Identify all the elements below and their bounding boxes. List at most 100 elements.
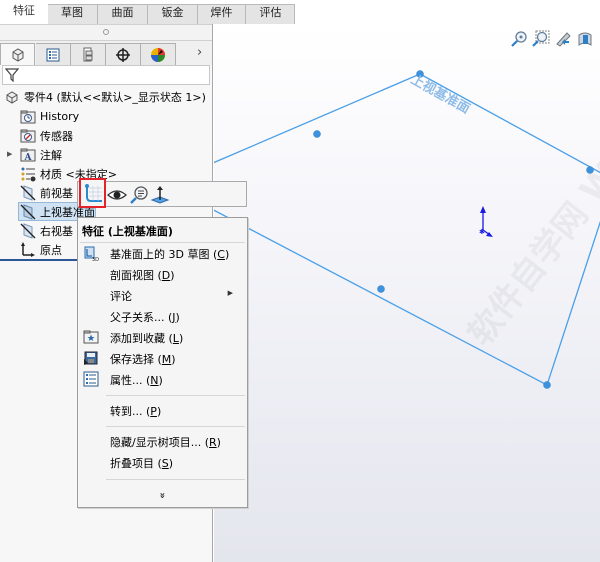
plane-drawing: 上视基准面 ✱ xyxy=(214,70,600,389)
menu-item-label: 剖面视图 xyxy=(110,269,154,282)
section-view-button[interactable] xyxy=(576,30,594,48)
menu-item-save-selection[interactable]: 保存选择 (M) xyxy=(79,348,246,368)
svg-text:✱: ✱ xyxy=(479,228,485,236)
zoom-area-icon xyxy=(532,30,550,47)
tab-surfaces[interactable]: 曲面 xyxy=(97,4,147,24)
panel-resize-bar[interactable] xyxy=(0,24,212,41)
graphics-viewport[interactable]: 上视基准面 ✱ 软件自学网 WWW.RJZXW.COM xyxy=(214,0,600,562)
dimxpert-manager-tab[interactable] xyxy=(106,43,141,65)
menu-item-properties[interactable]: 属性... (N) xyxy=(79,369,246,389)
menu-item-shortcut: J xyxy=(172,311,176,324)
command-manager-tabs: 特征 草图 曲面 钣金 焊件 评估 xyxy=(0,0,600,24)
plane-icon xyxy=(20,203,36,220)
plane-handle[interactable] xyxy=(543,381,551,389)
menu-item-label: 转到... xyxy=(110,405,143,418)
menu-item-label: 基准面上的 3D 草图 xyxy=(110,248,210,261)
menu-item-shortcut: M xyxy=(161,353,172,366)
section-view-icon xyxy=(578,32,592,46)
favorite-icon xyxy=(83,330,99,344)
tree-item-front-plane[interactable]: 前视基 xyxy=(20,183,73,202)
tab-features[interactable]: 特征 xyxy=(0,2,48,24)
tree-root-part[interactable]: 零件4 (默认<<默认>_显示状态 1>) xyxy=(4,88,206,106)
tab-sketch[interactable]: 草图 xyxy=(48,4,96,24)
tree-item-annotations[interactable]: A 注解 xyxy=(20,145,62,164)
plane-icon xyxy=(20,184,36,201)
menu-item-section-view[interactable]: 剖面视图 (D) xyxy=(79,264,246,284)
tree-item-origin[interactable]: 原点 xyxy=(20,240,62,259)
top-plane[interactable] xyxy=(214,70,600,389)
plane-handle[interactable] xyxy=(377,285,385,293)
tree-root-label: 零件4 (默认<<默认>_显示状态 1>) xyxy=(24,91,206,104)
menu-item-label: 保存选择 xyxy=(110,353,154,366)
show-hide-button[interactable] xyxy=(107,185,127,205)
tree-item-sensors[interactable]: 传感器 xyxy=(20,126,73,145)
menu-separator xyxy=(106,426,245,427)
menu-item-add-to-favorites[interactable]: 添加到收藏 (L) xyxy=(79,327,246,347)
tree-item-label: 右视基 xyxy=(40,224,73,238)
sketch-icon xyxy=(84,184,102,202)
material-icon xyxy=(20,166,36,182)
menu-item-parent-child[interactable]: 父子关系... (J) xyxy=(79,306,246,326)
tab-sheet-metal[interactable]: 钣金 xyxy=(147,4,197,24)
3d-sketch-icon: 3D xyxy=(84,246,99,261)
plane-label: 上视基准面 xyxy=(408,72,473,118)
tree-item-label: History xyxy=(40,110,80,123)
plane-handle[interactable] xyxy=(586,166,594,174)
tree-item-right-plane[interactable]: 右视基 xyxy=(20,221,73,240)
plane-outline xyxy=(214,73,600,386)
menu-item-shortcut: C xyxy=(217,248,225,261)
display-manager-tab[interactable] xyxy=(141,43,176,65)
expand-arrow-icon[interactable]: ▶ xyxy=(7,150,12,158)
tree-item-history[interactable]: History xyxy=(20,107,79,126)
menu-item-goto[interactable]: 转到... (P) xyxy=(79,400,246,420)
tree-item-label: 注解 xyxy=(40,148,62,162)
feature-manager-tab[interactable] xyxy=(0,43,35,65)
menu-item-hide-show-tree-items[interactable]: 隐藏/显示树项目... (R) xyxy=(79,431,246,451)
property-manager-tab[interactable] xyxy=(36,43,71,65)
feature-manager-icon xyxy=(12,47,23,62)
menu-item-label: 折叠项目 xyxy=(110,457,154,470)
tree-item-label: 原点 xyxy=(40,243,62,257)
tab-evaluate[interactable]: 评估 xyxy=(245,4,295,24)
manager-tabs: › xyxy=(0,41,212,65)
zoom-selection-icon xyxy=(130,186,148,204)
menu-title: 特征 (上视基准面) xyxy=(82,225,173,238)
menu-expand-button[interactable]: » xyxy=(78,490,247,501)
svg-text:A: A xyxy=(24,153,33,162)
zoom-to-selection-button[interactable] xyxy=(129,185,149,205)
annotations-folder-icon: A xyxy=(20,147,36,163)
plane-handle[interactable] xyxy=(313,130,321,138)
property-manager-icon xyxy=(46,48,60,61)
normal-to-button[interactable] xyxy=(150,185,170,205)
menu-item-collapse-items[interactable]: 折叠项目 (S) xyxy=(79,452,246,472)
submenu-arrow-icon: ▶ xyxy=(227,289,233,297)
manager-tabs-more-button[interactable]: › xyxy=(197,45,202,60)
configuration-manager-tab[interactable] xyxy=(71,43,106,65)
tree-filter-input[interactable] xyxy=(2,65,210,85)
previous-view-button[interactable] xyxy=(554,30,572,48)
tree-item-label: 前视基 xyxy=(40,186,73,200)
previous-view-icon xyxy=(556,32,571,47)
menu-separator xyxy=(106,479,245,480)
dimxpert-manager-icon xyxy=(116,47,130,62)
zoom-to-area-button[interactable] xyxy=(532,30,550,48)
part-icon xyxy=(4,89,20,105)
grip-icon xyxy=(103,29,109,35)
sketch-button[interactable] xyxy=(79,178,106,208)
configuration-manager-icon xyxy=(83,47,93,61)
context-toolbar xyxy=(77,178,247,208)
menu-item-comments[interactable]: 评论 ▶ xyxy=(79,285,246,305)
menu-item-label: 属性... xyxy=(110,374,143,387)
menu-item-shortcut: D xyxy=(161,269,171,282)
menu-item-3d-sketch-on-plane[interactable]: 3D 基准面上的 3D 草图 (C) xyxy=(79,243,246,263)
menu-item-shortcut: P xyxy=(150,405,157,418)
sensor-folder-icon xyxy=(20,128,36,144)
menu-item-shortcut: N xyxy=(150,374,159,387)
zoom-to-fit-button[interactable] xyxy=(511,30,529,48)
menu-item-shortcut: S xyxy=(161,457,169,470)
menu-item-shortcut: L xyxy=(172,332,179,345)
menu-item-label: 父子关系... xyxy=(110,311,165,324)
tab-weldments[interactable]: 焊件 xyxy=(197,4,245,24)
origin-triad: ✱ xyxy=(479,206,493,237)
tree-item-label: 传感器 xyxy=(40,129,73,143)
